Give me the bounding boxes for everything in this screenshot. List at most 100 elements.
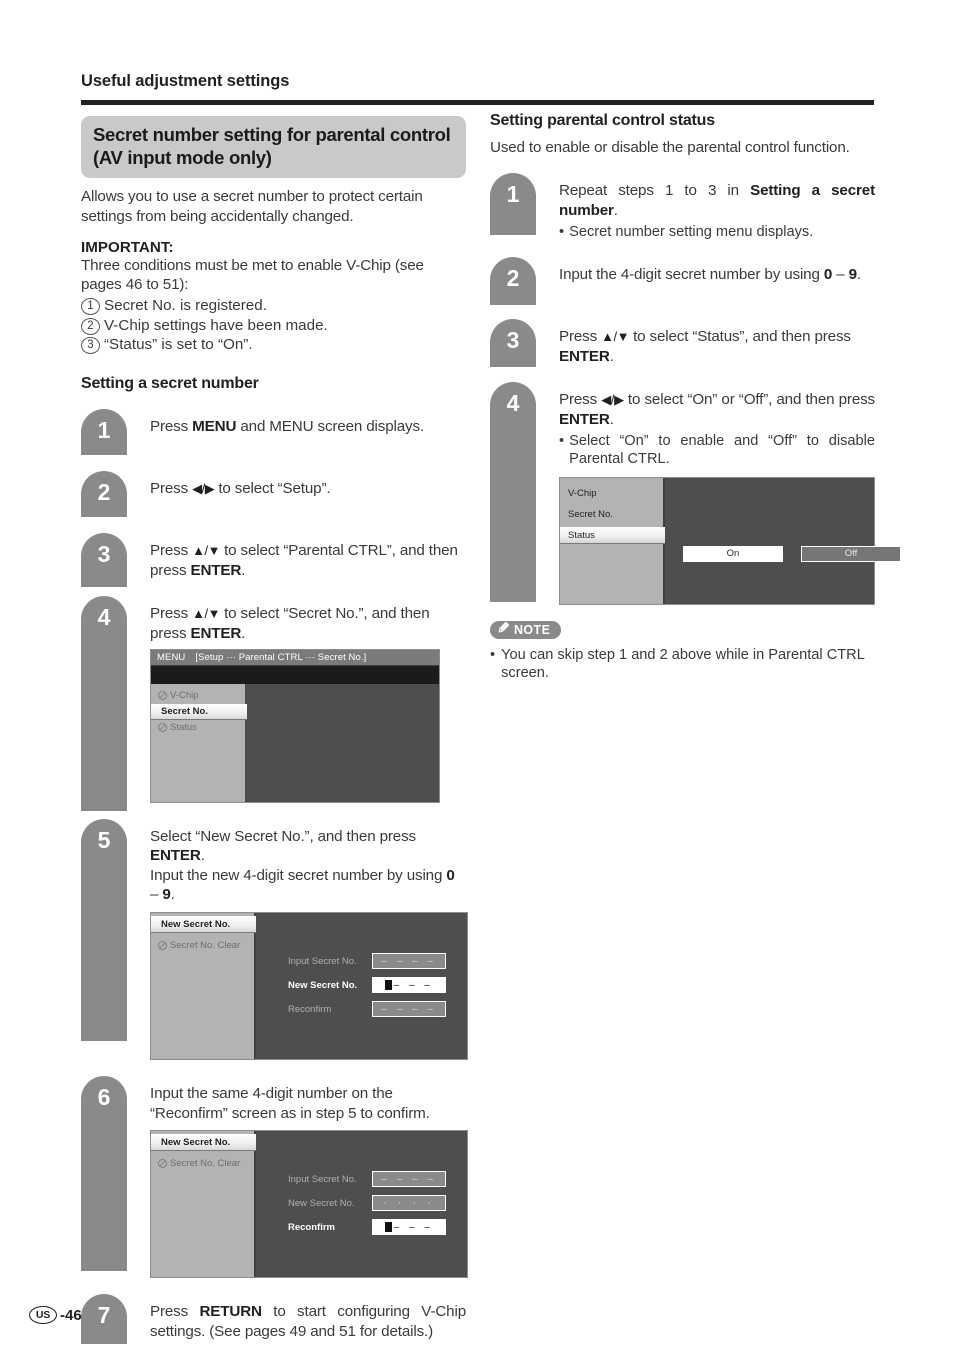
osd-item-status[interactable]: Status <box>151 720 245 736</box>
osd-item-new-secret-no[interactable]: New Secret No. <box>151 1134 256 1152</box>
osd-titlebar: MENU [Setup ··· Parental CTRL ··· Secret… <box>151 649 439 666</box>
bullet-dot: • <box>490 646 496 663</box>
osd-new-secret-no-entry: New Secret No. Secret No. Clear Input Se… <box>150 912 468 1061</box>
condition-item: 3 “Status” is set to “On”. <box>81 335 466 355</box>
status-step-4: 4 Press ◀/▶ to select “On” or “Off”, and… <box>490 382 901 605</box>
osd-item-status[interactable]: Status <box>560 526 665 544</box>
osd-item-v-chip[interactable]: V-Chip <box>151 688 245 704</box>
field-value: – – – – <box>381 1173 437 1185</box>
step-number-marker: 2 <box>81 471 127 518</box>
text-cursor <box>384 980 392 991</box>
field-label: New Secret No. <box>288 979 358 991</box>
osd-content-pane: Input Secret No. – – – – New Secret No. … <box>256 1131 467 1278</box>
bullet-dot: • <box>559 223 565 240</box>
osd-body: V-Chip Secret No. Status <box>151 683 439 802</box>
reconfirm-field[interactable]: – – – – <box>372 1001 446 1018</box>
step-number-marker: 1 <box>490 173 536 236</box>
osd-item-label: Secret No. Clear <box>170 940 241 952</box>
field-value: – – – – <box>381 955 437 967</box>
status-off-button[interactable]: Off <box>801 545 901 562</box>
step-3: 3 Press ▲/▼ to select “Parental CTRL”, a… <box>81 533 466 588</box>
status-buttons: On Off <box>683 545 901 562</box>
status-step-2: 2 Input the 4-digit secret number by usi… <box>490 257 875 306</box>
condition-item: 1 Secret No. is registered. <box>81 296 466 316</box>
section-title-banner: Secret number setting for parental contr… <box>81 116 466 179</box>
field-row-reconfirm: Reconfirm – – – <box>288 1219 459 1236</box>
osd-item-label: Status <box>568 529 595 541</box>
prohibited-icon <box>158 723 167 733</box>
header-rule <box>81 100 874 105</box>
field-row-new-secret-no: New Secret No. · · · · <box>288 1195 459 1212</box>
subheading-setting-secret-number: Setting a secret number <box>81 375 259 393</box>
note-block: NOTE • You can skip step 1 and 2 above w… <box>490 620 875 683</box>
new-secret-no-field[interactable]: – – – <box>372 977 446 994</box>
input-secret-no-field[interactable]: – – – – <box>372 953 446 970</box>
note-badge: NOTE <box>490 620 562 639</box>
step-text: Input the same 4-digit number on the “Re… <box>150 1085 430 1122</box>
field-label: Input Secret No. <box>288 1173 357 1185</box>
osd-item-list: V-Chip Secret No. Status <box>151 683 247 802</box>
subheading-parental-control-status: Setting parental control status <box>490 112 715 129</box>
bullet-text: Select “On” to enable and “Off” to disab… <box>569 432 875 468</box>
osd-item-label: Secret No. <box>568 508 613 520</box>
secret-number-fields: Input Secret No. – – – – New Secret No. … <box>288 953 459 1025</box>
field-label: New Secret No. <box>288 1197 355 1209</box>
osd-item-v-chip[interactable]: V-Chip <box>560 485 663 502</box>
page-footer: US -46 <box>29 1306 82 1324</box>
manual-page: Useful adjustment settings Secret number… <box>0 0 954 1351</box>
osd-item-secret-no[interactable]: Secret No. <box>151 703 247 720</box>
input-secret-no-field[interactable]: – – – – <box>372 1171 446 1188</box>
condition-item: 2 V-Chip settings have been made. <box>81 316 466 336</box>
osd-item-new-secret-no[interactable]: New Secret No. <box>151 916 256 934</box>
new-secret-no-field[interactable]: · · · · <box>372 1195 446 1212</box>
osd-content-pane: Input Secret No. – – – – New Secret No. … <box>256 913 467 1060</box>
step-text: Press ◀/▶ to select “On” or “Off”, and t… <box>559 391 875 429</box>
step-text: Press MENU and MENU screen displays. <box>150 418 424 436</box>
page-number: -46 <box>60 1306 82 1324</box>
field-row-input-secret-no: Input Secret No. – – – – <box>288 953 459 970</box>
osd-content-pane <box>247 683 439 802</box>
step-number-marker: 4 <box>490 382 536 603</box>
step-6: 6 Input the same 4-digit number on the “… <box>81 1076 468 1279</box>
step-text: Press ▲/▼ to select “Secret No.”, and th… <box>150 605 430 643</box>
step-text: Press ▲/▼ to select “Parental CTRL”, and… <box>150 542 458 579</box>
prohibited-icon <box>158 941 167 951</box>
prohibited-icon <box>158 1159 167 1169</box>
left-column: Secret number setting for parental contr… <box>81 116 468 1345</box>
conditions-list: 1 Secret No. is registered. 2 V-Chip set… <box>81 296 466 355</box>
step-number-marker: 1 <box>81 409 127 456</box>
osd-item-secret-no-clear[interactable]: Secret No. Clear <box>151 937 254 954</box>
reconfirm-field[interactable]: – – – <box>372 1219 446 1236</box>
field-label: Input Secret No. <box>288 955 357 967</box>
osd-item-label: Status <box>170 722 197 734</box>
osd-item-list: New Secret No. Secret No. Clear <box>151 1131 256 1278</box>
status-on-button[interactable]: On <box>683 545 783 562</box>
step-text: Input the 4-digit secret number by using… <box>559 266 861 284</box>
osd-item-secret-no[interactable]: Secret No. <box>560 506 663 523</box>
step-number-marker: 4 <box>81 596 127 812</box>
note-label: NOTE <box>514 622 551 637</box>
step-text: Press ▲/▼ to select “Status”, and then p… <box>559 328 851 365</box>
pencil-icon <box>497 621 510 637</box>
step-number-marker: 7 <box>81 1294 127 1345</box>
osd-item-secret-no-clear[interactable]: Secret No. Clear <box>151 1155 254 1172</box>
step-bullet: • Secret number setting menu displays. <box>559 223 875 242</box>
field-label: Reconfirm <box>288 1221 335 1233</box>
section-intro: Allows you to use a secret number to pro… <box>81 188 423 225</box>
condition-text: “Status” is set to “On”. <box>104 336 253 354</box>
note-text: You can skip step 1 and 2 above while in… <box>501 646 865 682</box>
field-value: · · · · <box>383 1197 435 1210</box>
osd-parental-status: V-Chip Secret No. Status On Off <box>559 476 901 605</box>
running-head: Useful adjustment settings <box>81 72 290 90</box>
step-number-marker: 5 <box>81 818 127 1041</box>
bullet-dot: • <box>559 432 565 449</box>
field-row-reconfirm: Reconfirm – – – – <box>288 1001 459 1018</box>
note-text-row: • You can skip step 1 and 2 above while … <box>490 646 875 683</box>
step-number-marker: 3 <box>81 533 127 588</box>
secret-number-fields: Input Secret No. – – – – New Secret No. … <box>288 1171 459 1243</box>
osd-reconfirm-entry: New Secret No. Secret No. Clear Input Se… <box>150 1130 468 1279</box>
osd-item-label: New Secret No. <box>161 1137 231 1149</box>
step-number-marker: 3 <box>490 319 536 368</box>
condition-text: Secret No. is registered. <box>104 296 267 314</box>
step-bullet: • Select “On” to enable and “Off” to dis… <box>559 432 875 469</box>
